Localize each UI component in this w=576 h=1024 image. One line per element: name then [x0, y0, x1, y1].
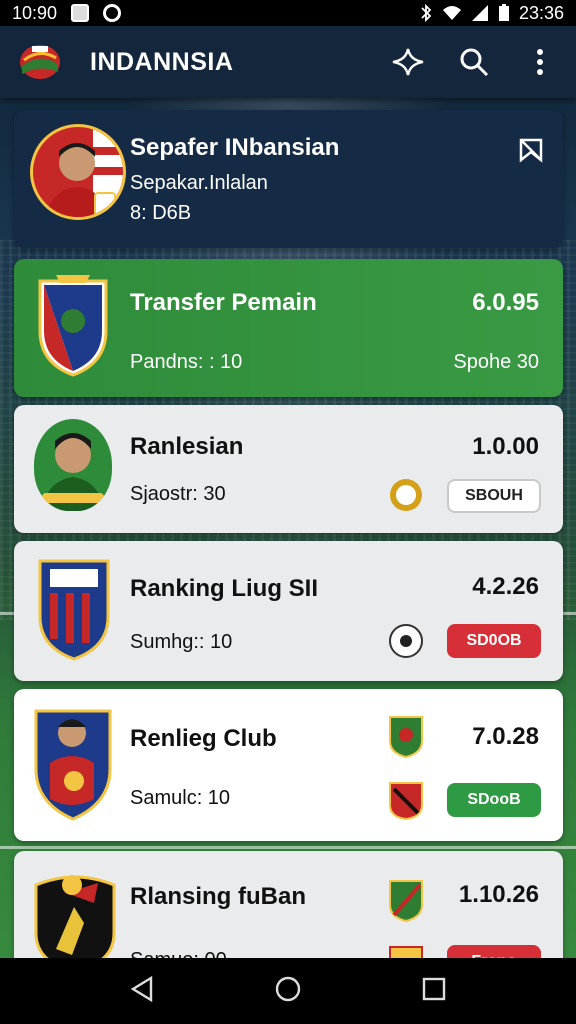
item-name: Renlieg Club	[130, 725, 277, 752]
back-icon	[131, 975, 153, 1002]
more-options-button[interactable]	[522, 44, 558, 80]
item-name: Ranking Liug SII	[130, 575, 319, 602]
list-item-transfer[interactable]: Transfer Pemain Pandns: : 10 6.0.95 Spoh…	[14, 259, 563, 397]
item-score: 1.0.00	[472, 433, 539, 460]
c-icon	[103, 4, 122, 22]
status-bar: 10:90 23:36	[0, 0, 576, 26]
wifi-icon	[442, 6, 461, 20]
item-subtitle-right: Spohe 30	[453, 351, 539, 373]
app-logo[interactable]	[18, 42, 62, 82]
list-item-ranking[interactable]: Ranking Liug SII Sumhg:: 10 4.2.26 SD0OB	[14, 541, 563, 681]
ball-icon	[388, 623, 424, 659]
item-subtitle: Pandns: : 10	[130, 351, 243, 373]
flag-icon	[519, 138, 543, 163]
list-item-ranlesian[interactable]: Ranlesian Sjaostr: 30 1.0.00 SBOUH	[14, 405, 563, 533]
player-avatar	[34, 419, 112, 511]
profile-detail: 8: D6B	[130, 202, 192, 224]
club-crest	[36, 271, 110, 379]
club-crest	[36, 555, 112, 661]
bluetooth-icon	[421, 4, 432, 22]
item-action-button[interactable]: SBOUH	[447, 479, 541, 513]
profile-subtitle: Sepakar.Inlalan	[130, 172, 268, 194]
club-badge-icon	[388, 715, 424, 759]
app-logo-icon	[20, 45, 60, 79]
search-icon	[460, 48, 489, 77]
more-vert-icon	[537, 49, 543, 75]
item-action-button[interactable]: SDooB	[447, 783, 541, 817]
signal-icon	[471, 5, 488, 21]
item-score: 6.0.95	[472, 289, 539, 316]
club-crest	[32, 863, 118, 973]
item-subtitle: Sjaostr: 30	[130, 483, 226, 505]
item-subtitle: Samulc: 10	[130, 787, 231, 809]
item-subtitle: Sumhg:: 10	[130, 631, 233, 653]
back-button[interactable]	[129, 975, 155, 1008]
home-button[interactable]	[274, 975, 302, 1008]
app-bar: INDANNSIA	[0, 26, 576, 98]
profile-flag-button[interactable]	[517, 136, 545, 164]
item-name: Transfer Pemain	[130, 289, 317, 316]
recents-icon	[422, 977, 445, 1000]
home-icon	[275, 976, 301, 1001]
item-action-button[interactable]: SD0OB	[447, 624, 541, 658]
pitch-line	[0, 846, 576, 849]
photo-icon	[71, 4, 90, 22]
profile-name: Sepafer INbansian	[130, 134, 340, 161]
club-crest-icon	[38, 559, 110, 661]
item-score: 4.2.26	[472, 573, 539, 600]
club-crest	[32, 703, 114, 823]
club-crest-icon	[34, 875, 116, 973]
item-score: 7.0.28	[472, 723, 539, 750]
item-score: 1.10.26	[458, 881, 539, 908]
club-badge-icon	[388, 781, 424, 821]
player-portrait	[46, 127, 123, 217]
profile-card[interactable]: Sepafer INbansian Sepakar.Inlalan 8: D6B	[14, 110, 563, 248]
search-button[interactable]	[456, 44, 492, 80]
item-name: Ranlesian	[130, 433, 244, 460]
status-time-right: 23:36	[518, 2, 564, 23]
status-time-left: 10:90	[12, 2, 58, 23]
club-crest-icon	[34, 709, 112, 821]
sparkle-button[interactable]	[390, 44, 426, 80]
battery-icon	[498, 4, 509, 21]
recents-button[interactable]	[421, 976, 447, 1007]
coin-icon	[388, 477, 424, 513]
item-name: Rlansing fuBan	[130, 883, 307, 910]
club-crest-icon	[38, 275, 108, 377]
sparkle-icon	[392, 48, 424, 76]
player-avatar	[30, 124, 126, 220]
app-title: INDANNSIA	[90, 47, 234, 76]
player-portrait	[42, 433, 104, 511]
list-item-club[interactable]: Renlieg Club Samulc: 10 7.0.28 SDooB	[14, 689, 563, 841]
system-nav-bar	[0, 958, 576, 1024]
club-badge-icon	[388, 879, 424, 923]
